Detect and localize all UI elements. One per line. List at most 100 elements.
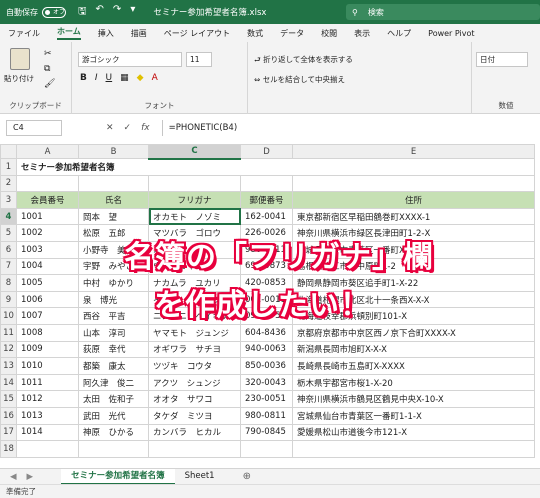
header-cell-furigana[interactable]: フリガナ [148, 191, 241, 209]
tab-page-layout[interactable]: ページ レイアウト [164, 28, 230, 39]
cell[interactable]: 泉 博光 [78, 290, 149, 309]
cell[interactable]: ツヅキ コウタ [148, 357, 241, 375]
font-size-select[interactable]: 11 [186, 52, 212, 67]
cell[interactable] [148, 440, 241, 458]
cell[interactable]: オギワラ サチヨ [148, 340, 241, 359]
cut-icon[interactable]: ✂ [44, 49, 55, 59]
save-icon[interactable]: 🖫 [78, 4, 87, 21]
cell[interactable]: 宮城県仙台市青葉区一番町1-1-X [292, 406, 535, 425]
cell[interactable]: 320-0043 [240, 373, 293, 392]
cell[interactable]: 中村 ゆかり [78, 274, 149, 292]
cell[interactable]: オオタ サワコ [148, 390, 241, 408]
row-header[interactable]: 15 [0, 390, 17, 408]
cell[interactable]: 太田 佐和子 [78, 390, 149, 408]
cell[interactable]: 京都府京都市中京区西ノ京下合町XXXX-X [292, 323, 535, 342]
cell[interactable]: 西谷 平吉 [78, 307, 149, 325]
merge-center-button[interactable]: ⇔ セルを結合して中央揃え [254, 74, 345, 85]
cell[interactable]: 岡本 望 [78, 207, 149, 226]
tab-view[interactable]: 表示 [354, 28, 370, 39]
cell[interactable]: 1010 [16, 357, 79, 375]
cell[interactable]: 荻原 幸代 [78, 340, 149, 359]
font-name-select[interactable]: 游ゴシック [78, 52, 182, 67]
format-painter-icon[interactable]: 🖌 [44, 79, 55, 89]
undo-icon[interactable]: ↶ [96, 4, 104, 21]
cell[interactable]: 1004 [16, 257, 79, 276]
cell[interactable]: 神奈川県横浜市鶴見区鶴見中央X-10-X [292, 390, 535, 408]
borders-icon[interactable]: ▦ [120, 73, 129, 83]
header-cell-postal-code[interactable]: 郵便番号 [240, 191, 293, 209]
copy-icon[interactable]: ⧉ [44, 64, 55, 74]
cell[interactable] [240, 174, 293, 193]
row-header[interactable]: 17 [0, 423, 17, 442]
search-box[interactable]: ⚲ 検索 [346, 4, 540, 20]
enter-icon[interactable]: ✓ [124, 123, 132, 133]
cell[interactable]: 1002 [16, 224, 79, 242]
number-format-select[interactable]: 日付 [476, 52, 528, 67]
cell[interactable]: 1008 [16, 323, 79, 342]
row-header[interactable]: 7 [0, 257, 17, 276]
cell[interactable]: 1014 [16, 423, 79, 442]
tab-insert[interactable]: 挿入 [98, 28, 114, 39]
cell[interactable]: 新潟県長岡市旭町X-X-X [292, 340, 535, 359]
column-header-a[interactable]: A [16, 144, 79, 159]
row-header[interactable]: 11 [0, 323, 17, 342]
cell[interactable] [292, 174, 535, 193]
row-header[interactable]: 13 [0, 357, 17, 375]
cell[interactable]: 阿久津 俊二 [78, 373, 149, 392]
row-header[interactable]: 18 [0, 440, 17, 458]
cell[interactable]: カンバラ ヒカル [148, 423, 241, 442]
cell[interactable]: 1006 [16, 290, 79, 309]
cell[interactable]: 1003 [16, 240, 79, 259]
cell[interactable]: 230-0051 [240, 390, 293, 408]
customize-icon[interactable]: ▾ [130, 4, 135, 21]
row-header[interactable]: 12 [0, 340, 17, 359]
row-header[interactable]: 5 [0, 224, 17, 242]
wrap-text-button[interactable]: ⮐ 折り返して全体を表示する [254, 54, 353, 67]
sheet-tab-sheet1[interactable]: Sheet1 [175, 469, 225, 485]
cell[interactable]: 東京都新宿区早稲田鶴巻町XXXX-1 [292, 207, 535, 226]
cell[interactable] [148, 174, 241, 193]
paste-button[interactable] [10, 48, 30, 70]
row-header[interactable]: 6 [0, 240, 17, 259]
sheet-title-cell[interactable]: セミナー参加希望者名簿 [16, 158, 535, 176]
name-box[interactable]: C4 [6, 120, 62, 136]
prev-sheet-icon[interactable]: ◀ [10, 472, 17, 482]
italic-button[interactable]: I [95, 73, 98, 83]
cell[interactable]: 1013 [16, 406, 79, 425]
cell[interactable]: 愛媛県松山市道後今市121-X [292, 423, 535, 442]
tab-formulas[interactable]: 数式 [247, 28, 263, 39]
cell[interactable]: 1007 [16, 307, 79, 325]
tab-home[interactable]: ホーム [57, 26, 81, 40]
row-header[interactable]: 4 [0, 207, 17, 226]
cell[interactable]: 162-0041 [240, 207, 293, 226]
cell[interactable]: 1005 [16, 274, 79, 292]
row-header[interactable]: 9 [0, 290, 17, 309]
font-color-icon[interactable]: A [152, 73, 158, 83]
add-sheet-icon[interactable]: ⊕ [233, 469, 261, 485]
column-header-b[interactable]: B [78, 144, 149, 159]
formula-input[interactable]: =PHONETIC(B4) [161, 120, 540, 136]
column-header-d[interactable]: D [240, 144, 293, 159]
cell[interactable]: 604-8436 [240, 323, 293, 342]
cell[interactable]: 1009 [16, 340, 79, 359]
column-header-e[interactable]: E [292, 144, 535, 159]
cancel-icon[interactable]: ✕ [106, 123, 114, 133]
tab-data[interactable]: データ [280, 28, 304, 39]
row-header[interactable]: 2 [0, 174, 17, 193]
redo-icon[interactable]: ↷ [113, 4, 121, 21]
cell[interactable]: 山本 淳司 [78, 323, 149, 342]
row-header[interactable]: 1 [0, 158, 17, 176]
cell[interactable]: タケダ ミツヨ [148, 406, 241, 425]
cell[interactable]: 1012 [16, 390, 79, 408]
row-header[interactable]: 3 [0, 191, 17, 209]
cell[interactable]: 栃木県宇都宮市桜1-X-20 [292, 373, 535, 392]
cell[interactable] [16, 440, 79, 458]
row-header[interactable]: 16 [0, 406, 17, 425]
cell[interactable]: 980-0811 [240, 406, 293, 425]
cell[interactable]: 長崎県長崎市五島町X-XXXX [292, 357, 535, 375]
cell[interactable]: 武田 光代 [78, 406, 149, 425]
column-header-c[interactable]: C [148, 144, 241, 160]
cell[interactable]: ヤマモト ジュンジ [148, 323, 241, 342]
cell[interactable]: アクツ シュンジ [148, 373, 241, 392]
cell[interactable] [78, 440, 149, 458]
